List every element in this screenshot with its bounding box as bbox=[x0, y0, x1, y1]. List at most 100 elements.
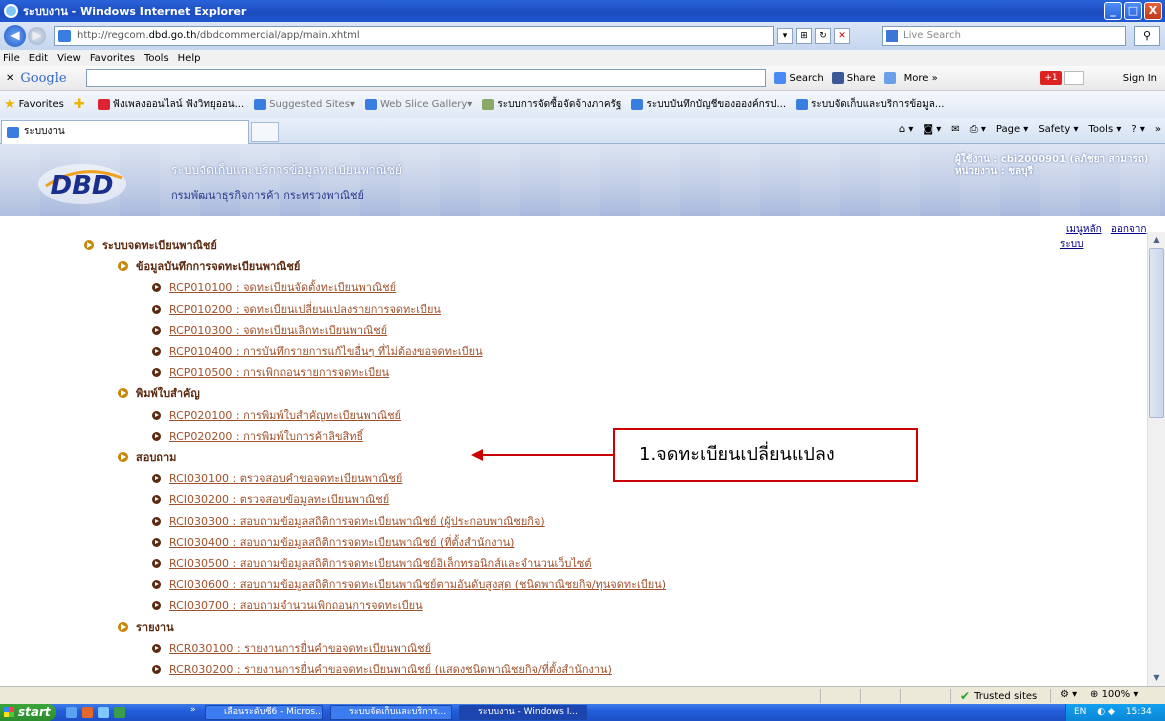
menu-link-label[interactable]: RCI030300 : สอบถามข้อมูลสถิติการจดทะเบีย… bbox=[169, 512, 545, 530]
stop-icon[interactable]: ✕ bbox=[834, 28, 850, 44]
menu-link-label[interactable]: RCP010400 : การบันทึกรายการแก้ไขอื่นๆ ที… bbox=[169, 342, 483, 360]
back-button[interactable]: ◀ bbox=[4, 25, 26, 47]
fav-item-label-2: Web Slice Gallery bbox=[379, 99, 468, 110]
menu-link-label[interactable]: RCR030100 : รายงานการยื่นคำขอจดทะเบียนพา… bbox=[169, 639, 431, 657]
help-icon[interactable]: ? ▾ bbox=[1131, 124, 1145, 135]
google-extra-button[interactable] bbox=[883, 72, 896, 84]
tree-group: รายงาน bbox=[118, 618, 174, 636]
chevron-icon[interactable]: » bbox=[1155, 124, 1161, 135]
tree-item-link[interactable]: RCI030700 : สอบถามจำนวนเพิกถอนการจดทะเบี… bbox=[152, 596, 423, 614]
dbd-logo: DBD bbox=[38, 164, 126, 204]
menu-help[interactable]: Help bbox=[178, 53, 201, 64]
tree-item-link[interactable]: RCP010100 : จดทะเบียนจัดตั้งทะเบียนพาณิช… bbox=[152, 278, 396, 296]
tree-item-link[interactable]: RCP010200 : จดทะเบียนเปลี่ยนแปลงรายการจด… bbox=[152, 300, 441, 318]
dropdown-icon[interactable]: ▾ bbox=[777, 28, 793, 44]
tree-item-link[interactable]: RCR030200 : รายงานการยื่นคำขอจดทะเบียนพา… bbox=[152, 660, 612, 678]
fav-item-5[interactable]: ระบบจัดเก็บและบริการข้อมูล... bbox=[796, 97, 944, 112]
tree-item-link[interactable]: RCP020200 : การพิมพ์ใบการค้าลิขสิทธิ์ bbox=[152, 427, 363, 445]
minimize-button[interactable]: _ bbox=[1104, 2, 1122, 20]
google-share-label: Share bbox=[846, 72, 876, 84]
tree-item-link[interactable]: RCI030100 : ตรวจสอบคำขอจดทะเบียนพาณิชย์ bbox=[152, 469, 402, 487]
tree-item-link[interactable]: RCI030400 : สอบถามข้อมูลสถิติการจดทะเบีย… bbox=[152, 533, 514, 551]
tools-menu[interactable]: Tools ▾ bbox=[1089, 124, 1122, 135]
google-search-input[interactable] bbox=[86, 69, 767, 87]
menu-view[interactable]: View bbox=[57, 53, 81, 64]
scroll-up-icon[interactable]: ▲ bbox=[1149, 233, 1164, 247]
add-favorite-icon[interactable]: ✚ bbox=[74, 97, 88, 112]
task-button-2[interactable]: ระบบงาน - Windows I... bbox=[459, 705, 587, 720]
tray-icons[interactable]: ◐ ◆ bbox=[1097, 707, 1115, 717]
quicklaunch-expand-icon[interactable]: » bbox=[190, 705, 196, 715]
sign-in-link[interactable]: Sign In bbox=[1123, 73, 1157, 84]
home-icon[interactable]: ⌂ ▾ bbox=[899, 124, 914, 135]
tree-item-link[interactable]: RCI030300 : สอบถามข้อมูลสถิติการจดทะเบีย… bbox=[152, 512, 545, 530]
fav-item-4[interactable]: ระบบบันทึกบัญชีของอองค์กรป... bbox=[631, 97, 786, 112]
zoom-control[interactable]: ⊕ 100% ▾ bbox=[1090, 689, 1138, 700]
tree-item-link[interactable]: RCP010400 : การบันทึกรายการแก้ไขอื่นๆ ที… bbox=[152, 342, 483, 360]
forward-button[interactable]: ▶ bbox=[28, 27, 46, 45]
new-tab-button[interactable] bbox=[251, 122, 279, 142]
menu-link-label[interactable]: RCP020200 : การพิมพ์ใบการค้าลิขสิทธิ์ bbox=[169, 427, 363, 445]
tab-current[interactable]: ระบบงาน bbox=[1, 120, 249, 144]
menu-link-label[interactable]: RCI030700 : สอบถามจำนวนเพิกถอนการจดทะเบี… bbox=[169, 596, 423, 614]
close-button[interactable]: X bbox=[1144, 2, 1162, 20]
menu-edit[interactable]: Edit bbox=[29, 53, 48, 64]
menu-tools[interactable]: Tools bbox=[144, 53, 169, 64]
menu-link-label[interactable]: RCI030600 : สอบถามข้อมูลสถิติการจดทะเบีย… bbox=[169, 575, 666, 593]
security-zone[interactable]: ✔ Trusted sites bbox=[960, 689, 1037, 703]
tree-item-link[interactable]: RCR030100 : รายงานการยื่นคำขอจดทะเบียนพา… bbox=[152, 639, 431, 657]
menu-link-label[interactable]: RCP010200 : จดทะเบียนเปลี่ยนแปลงรายการจด… bbox=[169, 300, 441, 318]
print-icon[interactable]: ⎙ ▾ bbox=[970, 124, 986, 135]
menu-link-label[interactable]: RCI030100 : ตรวจสอบคำขอจดทะเบียนพาณิชย์ bbox=[169, 469, 402, 487]
menu-link-label[interactable]: RCP010300 : จดทะเบียนเลิกทะเบียนพาณิชย์ bbox=[169, 321, 387, 339]
mail-icon[interactable]: ✉ bbox=[951, 124, 959, 135]
safety-menu[interactable]: Safety ▾ bbox=[1038, 124, 1078, 135]
google-share-button[interactable]: Share bbox=[831, 72, 876, 84]
search-go-icon[interactable]: ⚲ bbox=[1134, 26, 1160, 46]
favorites-button[interactable]: ★ Favorites bbox=[4, 97, 64, 112]
title-bar[interactable]: ระบบงาน - Windows Internet Explorer _ □ … bbox=[0, 0, 1165, 22]
tree-item-link[interactable]: RCI030600 : สอบถามข้อมูลสถิติการจดทะเบีย… bbox=[152, 575, 666, 593]
menu-link-label[interactable]: RCI030200 : ตรวจสอบข้อมูลทะเบียนพาณิชย์ bbox=[169, 490, 389, 508]
fav-item-1[interactable]: Suggested Sites ▾ bbox=[254, 99, 355, 110]
menu-link-label[interactable]: RCI030400 : สอบถามข้อมูลสถิติการจดทะเบีย… bbox=[169, 533, 514, 551]
menu-link-label[interactable]: RCP010100 : จดทะเบียนจัดตั้งทะเบียนพาณิช… bbox=[169, 278, 396, 296]
plus-one-button[interactable]: +1 bbox=[1040, 71, 1062, 85]
task-button-1[interactable]: ระบบจัดเก็บและบริการ... bbox=[330, 705, 452, 720]
protected-mode-icon[interactable]: ⚙ ▾ bbox=[1060, 689, 1077, 700]
menu-link-label[interactable]: RCR030200 : รายงานการยื่นคำขอจดทะเบียนพา… bbox=[169, 660, 612, 678]
scroll-down-icon[interactable]: ▼ bbox=[1149, 671, 1164, 685]
tree-item-link[interactable]: RCI030500 : สอบถามข้อมูลสถิติการจดทะเบีย… bbox=[152, 554, 592, 572]
page-menu[interactable]: Page ▾ bbox=[996, 124, 1028, 135]
fav-item-2[interactable]: Web Slice Gallery ▾ bbox=[364, 99, 472, 110]
menu-link-label[interactable]: RCI030500 : สอบถามข้อมูลสถิติการจดทะเบีย… bbox=[169, 554, 592, 572]
tree-item-link[interactable]: RCP020100 : การพิมพ์ใบสำคัญทะเบียนพาณิชย… bbox=[152, 406, 401, 424]
refresh-icon[interactable]: ↻ bbox=[815, 28, 831, 44]
menu-file[interactable]: File bbox=[3, 53, 20, 64]
address-field[interactable]: http://regcom.dbd.go.th/dbdcommercial/ap… bbox=[54, 26, 774, 46]
live-search-input[interactable]: Live Search bbox=[882, 26, 1126, 46]
language-indicator[interactable]: EN bbox=[1074, 707, 1086, 717]
tree-item-link[interactable]: RCI030200 : ตรวจสอบข้อมูลทะเบียนพาณิชย์ bbox=[152, 490, 389, 508]
maximize-button[interactable]: □ bbox=[1124, 2, 1142, 20]
quicklaunch-icon[interactable] bbox=[82, 707, 93, 718]
quicklaunch-icon[interactable] bbox=[66, 707, 77, 718]
fav-item-0[interactable]: ฟังเพลงออนไลน์ ฟังวิทยุออน... bbox=[97, 97, 244, 112]
fav-item-3[interactable]: ระบบการจัดซื้อจัดจ้างภาครัฐ bbox=[482, 97, 621, 112]
start-button[interactable]: start bbox=[0, 704, 56, 721]
task-button-0[interactable]: เลื่อนระดับซี6 - Micros... bbox=[205, 705, 323, 720]
close-toolbar-icon[interactable]: ✕ bbox=[6, 73, 14, 84]
menu-link-label[interactable]: RCP010500 : การเพิกถอนรายการจดทะเบียน bbox=[169, 363, 389, 381]
google-more-button[interactable]: More » bbox=[904, 73, 938, 84]
quicklaunch-icon[interactable] bbox=[114, 707, 125, 718]
menu-link-label[interactable]: RCP020100 : การพิมพ์ใบสำคัญทะเบียนพาณิชย… bbox=[169, 406, 401, 424]
scroll-thumb[interactable] bbox=[1149, 248, 1164, 418]
tree-item-link[interactable]: RCP010500 : การเพิกถอนรายการจดทะเบียน bbox=[152, 363, 389, 381]
menu-favorites[interactable]: Favorites bbox=[90, 53, 135, 64]
compat-view-icon[interactable]: ⊞ bbox=[796, 28, 812, 44]
vertical-scrollbar[interactable]: ▲ ▼ bbox=[1147, 232, 1165, 686]
quicklaunch-icon[interactable] bbox=[98, 707, 109, 718]
google-search-button[interactable]: Search bbox=[774, 72, 824, 84]
tree-item-link[interactable]: RCP010300 : จดทะเบียนเลิกทะเบียนพาณิชย์ bbox=[152, 321, 387, 339]
feeds-icon[interactable]: ◙ ▾ bbox=[923, 124, 941, 135]
